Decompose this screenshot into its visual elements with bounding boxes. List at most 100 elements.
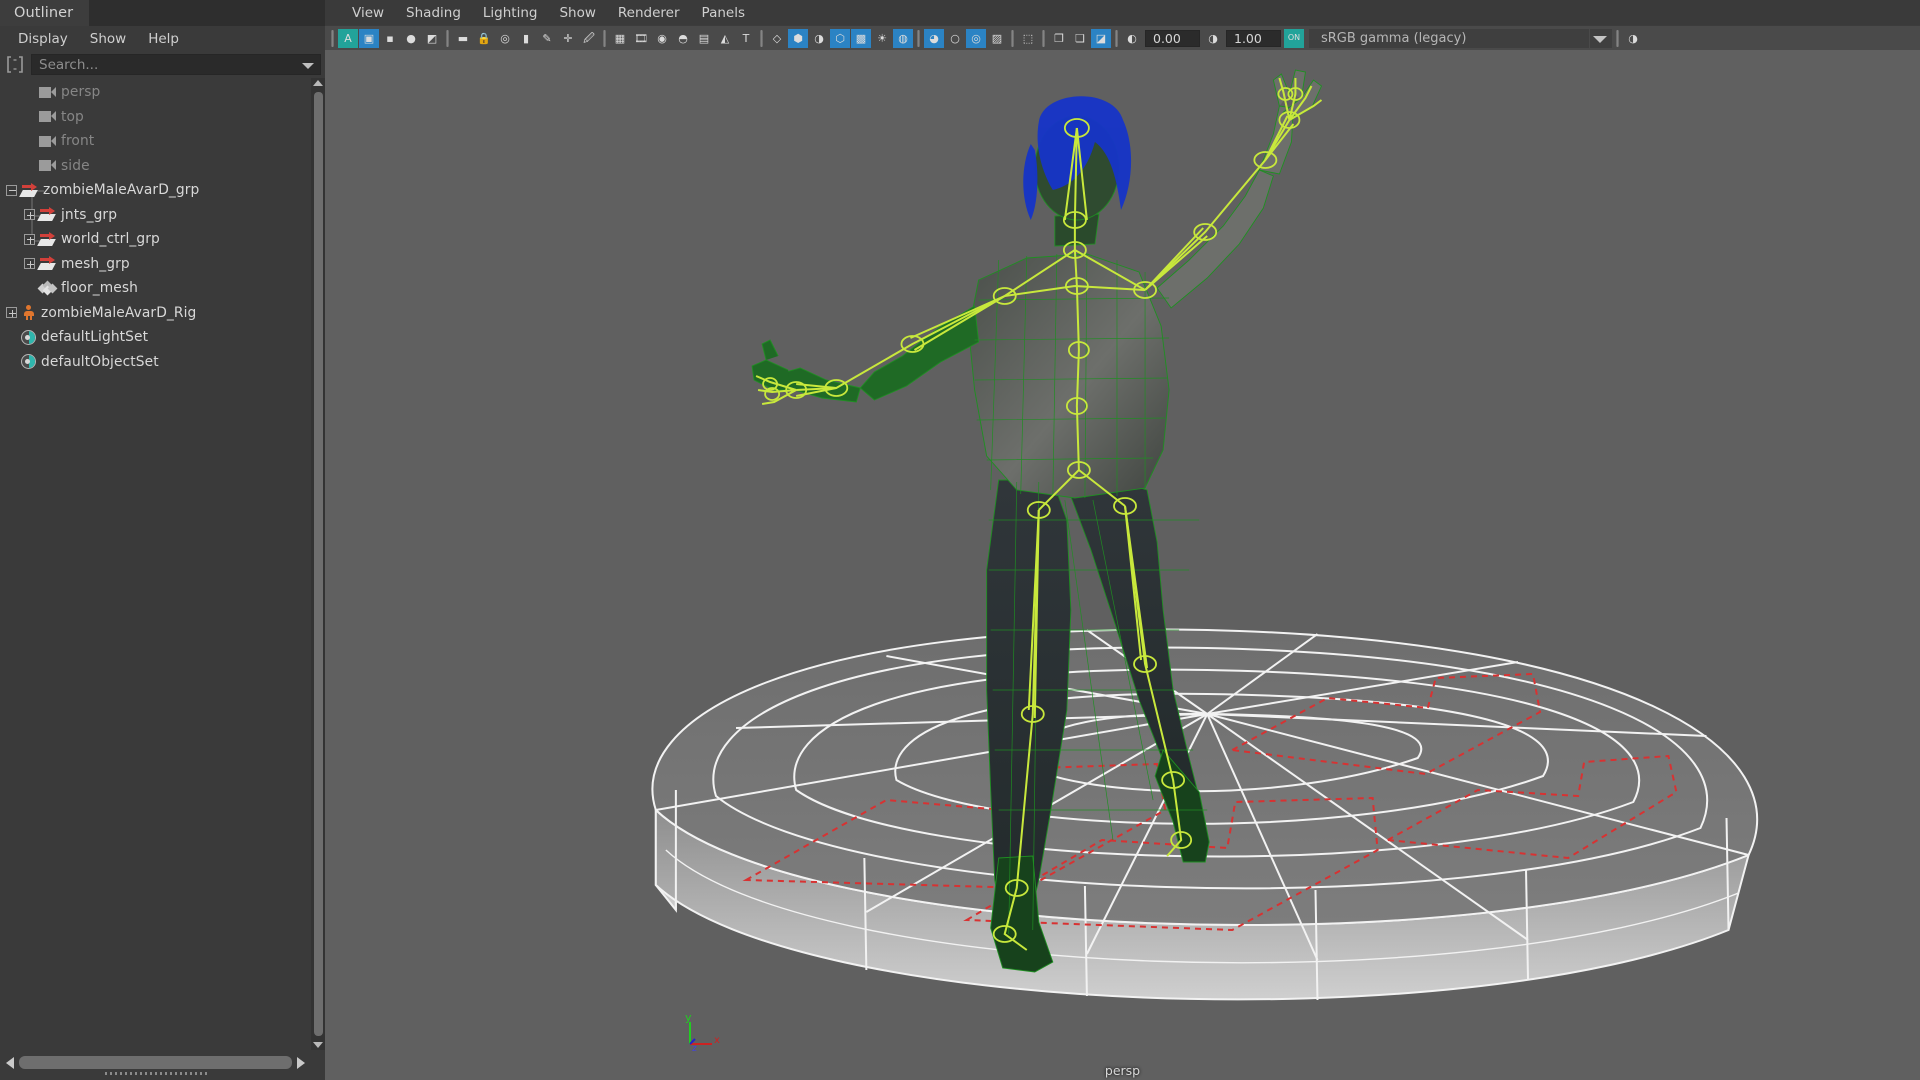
select-camera-icon[interactable]: A (338, 28, 358, 48)
viewport-menu-view[interactable]: View (341, 3, 395, 23)
film-gate-icon[interactable]: ▪ (380, 29, 400, 48)
hud-icon[interactable]: ▤ (694, 29, 714, 48)
texture-display-icon[interactable]: ▩ (851, 28, 871, 48)
move-tool-icon[interactable]: ✛ (558, 29, 578, 48)
safe-action-icon[interactable]: ◩ (422, 29, 442, 48)
color-management-toggle[interactable]: ON (1284, 28, 1304, 48)
panel-resize-grip[interactable] (105, 1072, 210, 1075)
menu-help[interactable]: Help (137, 29, 190, 49)
viewport-3d-scene (325, 50, 1920, 1080)
toolbar-separator (757, 29, 766, 47)
use-default-lighting-icon[interactable]: ☀ (872, 29, 892, 48)
outliner-item-persp[interactable]: persp (0, 80, 311, 105)
xray-active-components-icon[interactable]: ◪ (1091, 28, 1111, 48)
multisample-icon[interactable]: ▨ (987, 29, 1007, 48)
outliner-item-mesh_grp[interactable]: mesh_grp (0, 252, 311, 277)
xray-joints-icon[interactable]: ❏ (1070, 29, 1090, 48)
filter-bracket-icon[interactable] (4, 54, 26, 75)
isolate-select-icon[interactable]: ⬚ (1018, 29, 1038, 48)
viewport-menu-panels[interactable]: Panels (691, 3, 756, 23)
texture-icon-glyph: ◭ (720, 31, 730, 45)
view-transform-chevron-down-icon[interactable] (1590, 28, 1612, 48)
scroll-left-arrow-icon[interactable] (6, 1057, 14, 1069)
resolution-gate-icon[interactable]: ▣ (359, 28, 379, 48)
gamma-value-field[interactable]: 1.00 (1226, 29, 1281, 47)
viewport-toolbar: A ▣ ▪ ● ◩ ▬ 🔒 ◎ ▮ ✎ ✛ 🖉 ▦ 🎞 ◉ ◓ ▤ ◭ T ◇ ⬢ ◑ ⬡ ▩ ☀ ◍ ◕ ○ ◎ ▨ ⬚ ❐ ❏ ◪ ◐ 0.00 ◑… (325, 25, 1920, 50)
chevron-down-icon[interactable] (302, 63, 314, 69)
paint-tool-icon[interactable]: 🖉 (579, 29, 599, 48)
outliner-item-floor_mesh[interactable]: floor_mesh (0, 276, 311, 301)
toolbar-separator (600, 29, 609, 47)
expand-toggle[interactable] (24, 233, 35, 245)
outliner-item-zombieMaleAvarD_grp[interactable]: zombieMaleAvarD_grp (0, 178, 311, 203)
bookmark-icon[interactable]: ▮ (516, 29, 536, 48)
camera-bookmark-icon[interactable]: ◎ (495, 29, 515, 48)
lock-camera-icon[interactable]: 🔒 (474, 29, 494, 48)
shadows-toggle-icon[interactable]: ◕ (924, 28, 944, 48)
flat-shade-icon[interactable]: ◑ (809, 29, 829, 48)
text-overlay-icon[interactable]: T (736, 29, 756, 48)
motion-blur-icon[interactable]: ◎ (966, 28, 986, 48)
view-transform-dropdown[interactable]: sRGB gamma (legacy) (1309, 28, 1589, 48)
outliner-item-label: defaultObjectSet (41, 353, 159, 370)
viewport-menu-shading[interactable]: Shading (395, 3, 472, 23)
expand-toggle[interactable] (6, 307, 17, 319)
outliner-item-defaultLightSet[interactable]: defaultLightSet (0, 325, 311, 350)
vertical-scroll-thumb[interactable] (313, 92, 323, 1036)
hud-icon-glyph: ▤ (698, 31, 710, 45)
camera-attributes-icon[interactable]: ▬ (453, 29, 473, 48)
outliner-item-side[interactable]: side (0, 154, 311, 179)
xray-icon[interactable]: ❐ (1049, 29, 1069, 48)
image-plane-icon[interactable]: ◉ (652, 29, 672, 48)
shadows-icon[interactable]: ◓ (673, 29, 693, 48)
scroll-up-arrow-icon[interactable] (313, 80, 323, 86)
smooth-shade-all-icon[interactable]: ⬢ (788, 28, 808, 48)
horizontal-scroll-track[interactable] (6, 1055, 305, 1070)
film-back-icon[interactable]: 🎞 (631, 29, 651, 48)
all-lights-icon[interactable]: ◍ (893, 28, 913, 48)
motion-blur-icon-glyph: ◎ (971, 31, 981, 45)
menu-display[interactable]: Display (7, 29, 79, 49)
expand-toggle[interactable] (24, 258, 35, 270)
grease-pencil-icon-glyph: ✎ (542, 31, 552, 45)
viewport-canvas[interactable]: y x z persp (325, 50, 1920, 1080)
viewport-menu-show[interactable]: Show (548, 3, 606, 23)
outliner-vertical-scrollbar[interactable] (311, 78, 325, 1050)
search-field-wrapper[interactable] (31, 54, 321, 75)
outliner-item-top[interactable]: top (0, 105, 311, 130)
camera-icon (39, 160, 56, 172)
outliner-item-world_ctrl_grp[interactable]: world_ctrl_grp (0, 227, 311, 252)
field-chart-icon[interactable]: ● (401, 29, 421, 48)
outliner-item-defaultObjectSet[interactable]: defaultObjectSet (0, 350, 311, 375)
horizontal-scroll-thumb[interactable] (19, 1056, 292, 1069)
exposure-icon[interactable]: ◐ (1122, 29, 1142, 48)
shadows-icon-glyph: ◓ (678, 31, 688, 45)
exposure-value-field[interactable]: 0.00 (1145, 29, 1200, 47)
outliner-item-front[interactable]: front (0, 129, 311, 154)
smooth-shade-all-icon-glyph: ⬢ (793, 31, 803, 45)
viewport-menu-renderer[interactable]: Renderer (607, 3, 691, 23)
gamma-icon[interactable]: ◑ (1203, 29, 1223, 48)
outliner-item-zombieMaleAvarD_Rig[interactable]: zombieMaleAvarD_Rig (0, 301, 311, 326)
grid-toggle-icon[interactable]: ▦ (610, 29, 630, 48)
grease-pencil-icon[interactable]: ✎ (537, 29, 557, 48)
viewport-menu-lighting[interactable]: Lighting (472, 3, 549, 23)
scroll-down-arrow-icon[interactable] (313, 1042, 323, 1048)
wireframe-on-shaded-icon-glyph: ⬡ (835, 31, 845, 45)
wireframe-on-shaded-icon[interactable]: ⬡ (830, 28, 850, 48)
search-input[interactable] (32, 55, 320, 74)
set-icon (21, 329, 36, 345)
wireframe-shading-icon[interactable]: ◇ (767, 29, 787, 48)
toolbar-separator (443, 29, 452, 47)
outliner-horizontal-scrollbar[interactable] (0, 1050, 325, 1080)
outliner-item-jnts_grp[interactable]: jnts_grp (0, 203, 311, 228)
exposure-icon[interactable]: ◑ (1623, 29, 1643, 48)
ambient-occlusion-icon[interactable]: ○ (945, 29, 965, 48)
texture-display-icon-glyph: ▩ (855, 31, 867, 45)
expand-toggle[interactable] (24, 209, 35, 221)
collapse-toggle[interactable] (6, 184, 17, 196)
tab-outliner[interactable]: Outliner (0, 0, 90, 26)
scroll-right-arrow-icon[interactable] (297, 1057, 305, 1069)
menu-show[interactable]: Show (79, 29, 137, 49)
texture-icon[interactable]: ◭ (715, 29, 735, 48)
